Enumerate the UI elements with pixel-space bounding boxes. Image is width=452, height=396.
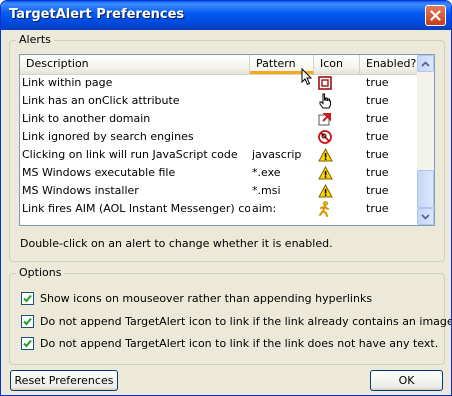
scroll-thumb[interactable] [417,170,434,208]
alert-description: Link within page [22,76,113,89]
preferences-window: TargetAlert Preferences Alerts Descripti… [0,0,452,396]
alert-row[interactable]: MS Windows installer *.msi true [20,182,417,200]
aim-running-man-icon [319,201,329,217]
checkbox[interactable] [21,291,34,305]
alert-enabled: true [366,166,389,179]
alert-row[interactable]: Link to another domain true [20,110,417,128]
column-header-icon[interactable]: Icon [314,55,360,74]
alert-pattern [252,74,302,92]
alert-row[interactable]: Clicking on link will run JavaScript cod… [20,146,417,164]
alert-enabled: true [366,112,389,125]
no-search-icon [318,130,332,144]
close-button[interactable] [425,5,446,26]
alert-pattern [252,128,302,146]
alert-description: Link to another domain [22,112,151,125]
column-header-enabled[interactable]: Enabled? [360,55,417,74]
option-label: Do not append TargetAlert icon to link i… [40,314,452,328]
mouse-pointer-icon [301,68,313,86]
close-icon [430,10,441,21]
chevron-down-icon [421,213,430,220]
alert-description: Link fires AIM (AOL Instant Messenger) c… [22,202,250,215]
alert-enabled: true [366,76,389,89]
title-bar[interactable]: TargetAlert Preferences [1,1,451,30]
alerts-scrollbar[interactable] [417,55,434,225]
options-legend: Options [16,266,65,279]
alert-enabled: true [366,130,389,143]
in-page-link-icon [318,76,332,90]
alert-description: Link has an onClick attribute [22,94,180,107]
option-show-icons-on-mouseover[interactable]: Show icons on mouseover rather than appe… [21,290,372,306]
check-mark-icon [23,317,32,325]
option-label: Do not append TargetAlert icon to link i… [40,336,439,350]
alert-enabled: true [366,94,389,107]
checkbox[interactable] [21,336,34,350]
external-arrow-icon [318,113,331,126]
alert-pattern [252,92,302,110]
alerts-legend: Alerts [16,33,54,46]
alert-row[interactable]: Link within page true [20,74,417,92]
alert-enabled: true [366,148,389,161]
alert-enabled: true [366,202,389,215]
alert-pattern: *.msi [252,184,281,197]
scroll-up-button[interactable] [417,55,434,72]
alert-enabled: true [366,184,389,197]
alert-description: Clicking on link will run JavaScript cod… [22,148,238,161]
alert-row[interactable]: MS Windows executable file *.exe true [20,164,417,182]
alerts-hint: Double-click on an alert to change wheth… [20,237,333,250]
scroll-down-button[interactable] [417,208,434,225]
warning-icon [317,184,333,198]
chevron-up-icon [421,60,430,67]
alerts-list-header: Description Pattern Icon Enabled? [20,55,417,75]
alert-pattern: aim: [252,202,277,215]
check-mark-icon [23,339,32,347]
alert-description: Link ignored by search engines [22,130,194,143]
checkbox[interactable] [21,314,34,328]
option-skip-if-image[interactable]: Do not append TargetAlert icon to link i… [21,313,452,329]
alert-description: MS Windows installer [22,184,139,197]
warning-icon [317,148,333,162]
alert-pattern: *.exe [252,166,281,179]
hand-cursor-icon [319,93,331,109]
alert-pattern: javascript: [252,148,302,161]
alert-row[interactable]: Link has an onClick attribute true [20,92,417,110]
option-label: Show icons on mouseover rather than appe… [40,291,373,305]
column-header-description[interactable]: Description [20,55,250,74]
ok-button[interactable]: OK [370,370,443,391]
option-skip-if-no-text[interactable]: Do not append TargetAlert icon to link i… [21,335,438,351]
reset-preferences-button[interactable]: Reset Preferences [10,370,118,391]
alerts-list[interactable]: Description Pattern Icon Enabled? Link w… [19,54,435,226]
check-mark-icon [23,294,32,302]
window-title: TargetAlert Preferences [9,7,185,22]
alert-description: MS Windows executable file [22,166,176,179]
alert-row[interactable]: Link ignored by search engines true [20,128,417,146]
warning-icon [317,166,333,180]
alert-row[interactable]: Link fires AIM (AOL Instant Messenger) c… [20,200,417,218]
alert-pattern [252,110,302,128]
